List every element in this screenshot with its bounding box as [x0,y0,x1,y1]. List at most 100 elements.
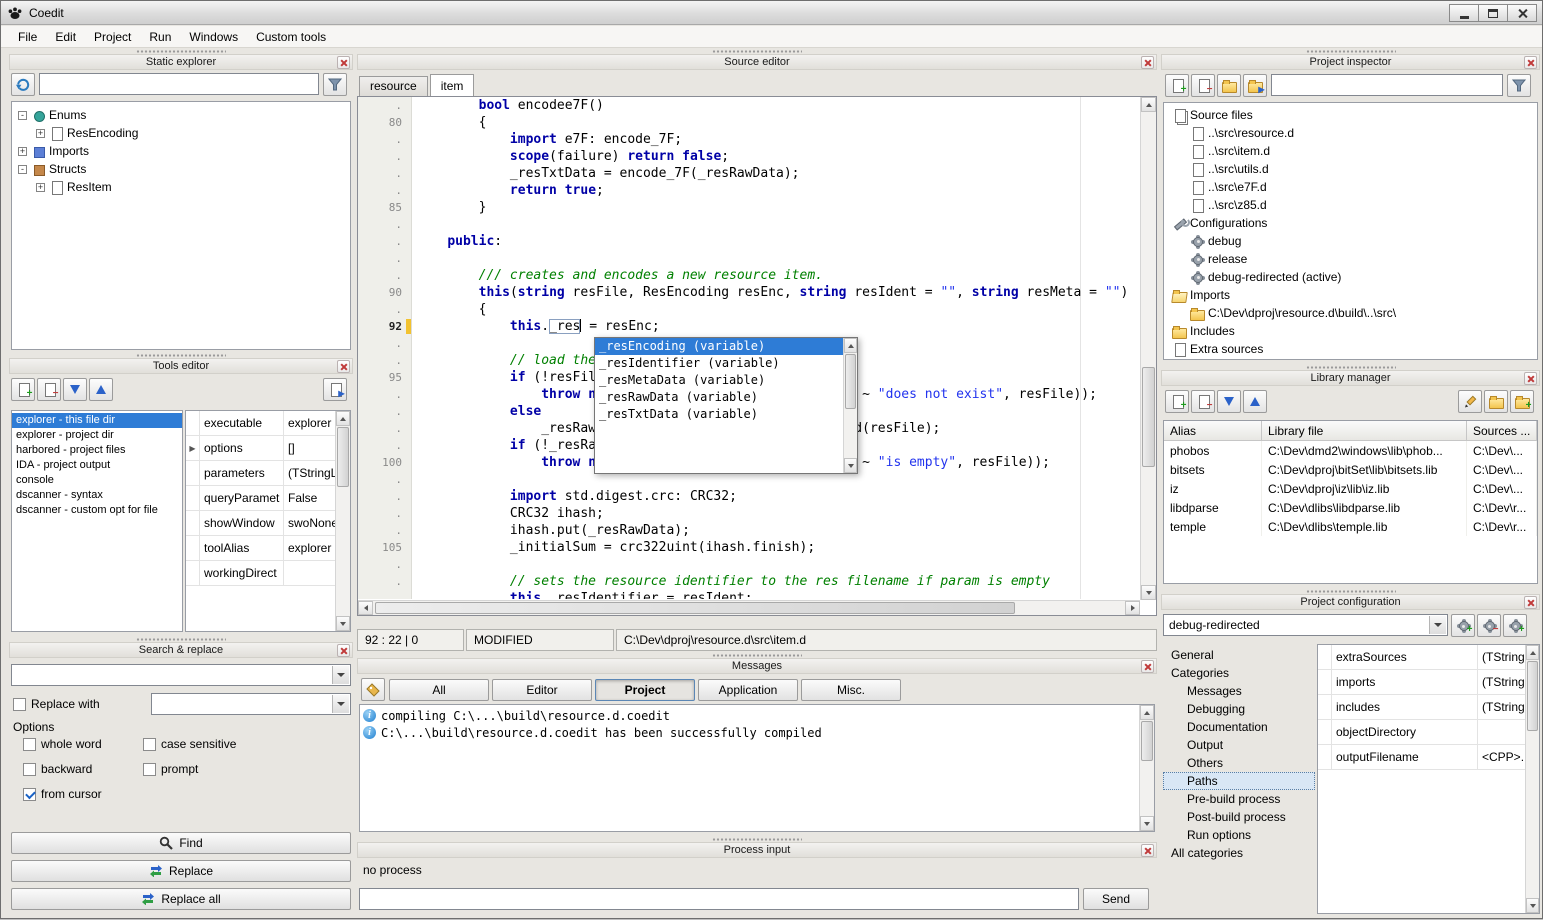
message-row[interactable]: icompiling C:\...\build\resource.d.coedi… [360,707,1154,724]
completion-item[interactable]: _resTxtData (variable) [595,406,843,423]
scroll-up-icon[interactable] [1141,97,1156,112]
code-line[interactable]: . import e7F: encode_7F; [358,131,1140,148]
library-row[interactable]: libdparseC:\Dev\dlibs\libdparse.libC:\De… [1164,498,1537,517]
inspector-item[interactable]: Configurations [1164,214,1537,232]
config-category-pre-build-process[interactable]: Pre-build process [1163,790,1315,808]
replace-with-checkbox[interactable]: Replace with [13,696,100,712]
add-library-button[interactable]: + [1165,390,1189,413]
column-header-sources[interactable]: Sources ... [1467,421,1537,440]
messages-filter-misc[interactable]: Misc. [801,679,901,701]
project-configuration-header[interactable]: Project configuration [1161,594,1540,610]
edit-library-button[interactable] [1458,390,1482,413]
scroll-down-icon[interactable] [844,458,857,473]
open-folder-button[interactable]: ▶ [1243,74,1267,97]
add-folder-button[interactable] [1217,74,1241,97]
messages-filter-all[interactable]: All [389,679,489,701]
property-value[interactable]: <CPP>..\ [1478,745,1525,769]
tree-item[interactable]: +ResEncoding [12,124,350,142]
config-category-post-build-process[interactable]: Post-build process [1163,808,1315,826]
search-replace-header[interactable]: Search & replace [9,642,353,658]
inspector-item[interactable]: release [1164,250,1537,268]
minimize-button[interactable] [1449,4,1479,22]
checkbox-backward[interactable]: backward [23,761,143,777]
close-panel-icon[interactable] [1141,844,1154,857]
property-row[interactable]: parameters(TStringL [186,461,335,486]
tab-resource[interactable]: resource [359,76,428,96]
checkbox-case-sensitive[interactable]: case sensitive [143,736,349,752]
tab-item[interactable]: item [430,74,475,96]
config-category-documentation[interactable]: Documentation [1163,718,1315,736]
add-source-button[interactable]: + [1165,74,1189,97]
close-panel-icon[interactable] [337,360,350,373]
code-line[interactable]: . import std.digest.crc: CRC32; [358,488,1140,505]
messages-filter-application[interactable]: Application [698,679,798,701]
tree-item[interactable]: +ResItem [12,178,350,196]
scrollbar-thumb[interactable] [375,602,1015,614]
inspector-item[interactable]: ..\src\item.d [1164,142,1537,160]
search-term-combobox[interactable] [11,664,351,686]
scroll-up-icon[interactable] [336,411,350,426]
config-category-messages[interactable]: Messages [1163,682,1315,700]
config-category-output[interactable]: Output [1163,736,1315,754]
library-row[interactable]: izC:\Dev\dproj\iz\lib\iz.libC:\Dev\... [1164,479,1537,498]
move-tool-down-button[interactable] [63,378,87,401]
inspector-item[interactable]: ..\src\e7F.d [1164,178,1537,196]
close-panel-icon[interactable] [337,56,350,69]
property-row[interactable]: showWindowswoNone [186,511,335,536]
inspector-item[interactable]: ..\src\resource.d [1164,124,1537,142]
config-category-paths[interactable]: Paths [1163,772,1315,790]
process-input-header[interactable]: Process input [357,842,1157,858]
inspector-item[interactable]: C:\Dev\dproj\resource.d\build\..\src\ [1164,304,1537,322]
library-row[interactable]: templeC:\Dev\dlibs\temple.libC:\Dev\r... [1164,517,1537,536]
collapse-icon[interactable]: - [18,111,27,120]
code-line[interactable]: . ihash.put(_resRawData); [358,522,1140,539]
inspector-filter-button[interactable] [1507,74,1531,97]
add-tool-button[interactable]: + [11,378,35,401]
close-panel-icon[interactable] [1524,596,1537,609]
code-line[interactable]: 85 } [358,199,1140,216]
messages-filter-editor[interactable]: Editor [492,679,592,701]
code-line[interactable]: . // sets the resource identifier to the… [358,573,1140,590]
expand-icon[interactable]: + [36,129,45,138]
menu-item-file[interactable]: File [9,28,46,46]
property-row[interactable]: queryParametFalse [186,486,335,511]
expand-icon[interactable]: + [36,183,45,192]
tools-editor-header[interactable]: Tools editor [9,358,353,374]
property-value[interactable]: swoNone [284,511,335,535]
property-value[interactable]: explorer [284,411,335,435]
close-panel-icon[interactable] [1524,56,1537,69]
move-library-down-button[interactable] [1217,390,1241,413]
property-row[interactable]: toolAliasexplorer [186,536,335,561]
config-category-others[interactable]: Others [1163,754,1315,772]
code-line[interactable]: 90 this(string resFile, ResEncoding resE… [358,284,1140,301]
scroll-up-icon[interactable] [1526,645,1539,660]
property-row[interactable]: objectDirectory [1318,720,1525,745]
code-line[interactable]: . [358,556,1140,573]
editor-vertical-scrollbar[interactable] [1140,97,1156,600]
code-line[interactable]: . /// creates and encodes a new resource… [358,267,1140,284]
library-folder-button[interactable] [1484,390,1508,413]
property-row[interactable]: outputFilename<CPP>..\ [1318,745,1525,770]
property-row[interactable]: includes(TStringL [1318,695,1525,720]
titlebar[interactable]: Coedit [1,1,1542,25]
close-button[interactable] [1507,4,1537,22]
messages-header[interactable]: Messages [357,658,1157,674]
replace-all-button[interactable]: Replace all [11,888,351,910]
tree-item[interactable]: -Structs [12,160,350,178]
tool-item[interactable]: harbored - project files [12,443,182,458]
config-category-run-options[interactable]: Run options [1163,826,1315,844]
close-panel-icon[interactable] [337,644,350,657]
editor-horizontal-scrollbar[interactable] [358,600,1140,615]
filter-clear-button[interactable] [323,73,347,96]
tool-item[interactable]: IDA - project output [12,458,182,473]
code-line[interactable]: . _resTxtData = encode_7F(_resRawData); [358,165,1140,182]
tool-item[interactable]: explorer - this file dir [12,413,182,428]
collapse-icon[interactable]: - [18,165,27,174]
config-category-general[interactable]: General [1163,646,1315,664]
property-value[interactable] [284,561,335,585]
checkbox-from-cursor[interactable]: from cursor [23,786,143,802]
completion-item[interactable]: _resMetaData (variable) [595,372,843,389]
property-value[interactable]: False [284,486,335,510]
send-button[interactable]: Send [1083,888,1149,910]
code-line[interactable]: . scope(failure) return false; [358,148,1140,165]
